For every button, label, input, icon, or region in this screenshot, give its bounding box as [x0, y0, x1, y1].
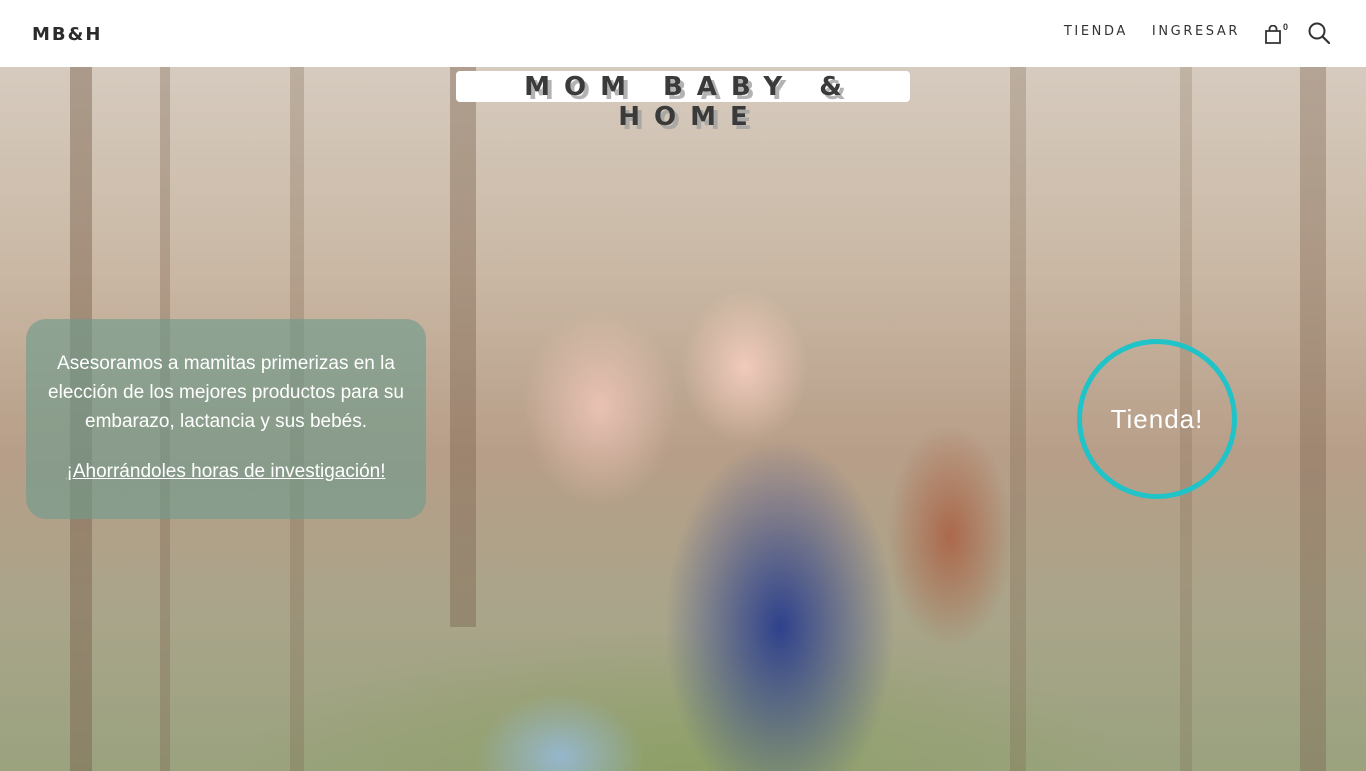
shop-cta-button[interactable]: Tienda! — [1077, 339, 1237, 499]
cart-count-badge: 0 — [1283, 22, 1289, 32]
info-description: Asesoramos a mamitas primerizas en la el… — [48, 353, 404, 432]
background-tree — [1300, 67, 1326, 771]
info-card: Asesoramos a mamitas primerizas en la el… — [26, 319, 426, 519]
search-button[interactable] — [1307, 21, 1333, 47]
background-tree — [450, 67, 476, 627]
cart-button[interactable]: 0 — [1264, 22, 1294, 46]
hero-title: MOM BABY & HOME — [524, 72, 856, 132]
shop-cta-label: Tienda! — [1110, 403, 1204, 434]
search-icon — [1308, 22, 1331, 45]
hero-banner: MOM BABY & HOME Asesoramos a mamitas pri… — [0, 67, 1366, 771]
hero-title-box: MOM BABY & HOME — [456, 71, 910, 132]
site-header: MB&H TIENDA INGRESAR 0 — [0, 0, 1366, 67]
site-logo[interactable]: MB&H — [32, 24, 102, 45]
shopping-bag-icon — [1265, 25, 1281, 44]
background-tree — [1010, 67, 1026, 771]
main-nav: TIENDA INGRESAR — [1064, 24, 1240, 39]
info-link[interactable]: ¡Ahorrándoles horas de investigación! — [40, 461, 412, 483]
nav-link-tienda[interactable]: TIENDA — [1064, 24, 1128, 39]
nav-link-ingresar[interactable]: INGRESAR — [1152, 24, 1240, 39]
